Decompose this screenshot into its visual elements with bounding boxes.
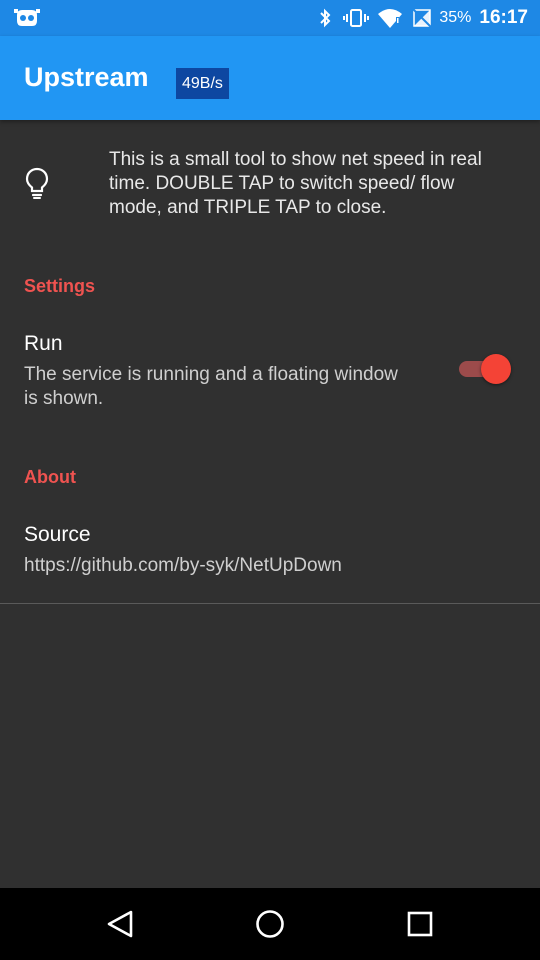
bluetooth-icon (320, 8, 331, 28)
source-url: https://github.com/by-syk/NetUpDown (24, 555, 342, 576)
speed-badge: 49B/s (176, 68, 229, 99)
vibrate-icon (343, 9, 370, 27)
source-preference[interactable]: Source https://github.com/by-syk/NetUpDo… (0, 510, 540, 590)
intro-text: This is a small tool to show net speed i… (109, 149, 482, 218)
no-sim-icon (412, 8, 432, 28)
lightbulb-icon (25, 167, 49, 199)
clock: 16:17 (479, 7, 528, 28)
wifi-icon (378, 9, 403, 28)
navigation-bar (0, 888, 540, 960)
run-toggle[interactable] (459, 354, 513, 384)
divider (0, 603, 540, 604)
run-title: Run (24, 332, 63, 355)
run-toggle-thumb (481, 354, 511, 384)
status-bar: 35% 16:17 (0, 0, 540, 36)
home-icon[interactable] (252, 906, 288, 942)
settings-header: Settings (24, 276, 96, 296)
app-bar: Upstream 49B/s (0, 36, 540, 120)
status-icons: 35% 16:17 (315, 0, 528, 36)
app-title: Upstream (24, 62, 149, 92)
intro-card: This is a small tool to show net speed i… (0, 120, 540, 250)
run-summary: The service is running and a floating wi… (24, 364, 398, 409)
about-header: About (24, 467, 76, 487)
cyanogen-mascot-icon (14, 9, 40, 26)
battery-percent: 35% (439, 9, 472, 26)
source-title: Source (24, 523, 91, 546)
back-icon[interactable] (102, 906, 138, 942)
recents-icon[interactable] (402, 906, 438, 942)
